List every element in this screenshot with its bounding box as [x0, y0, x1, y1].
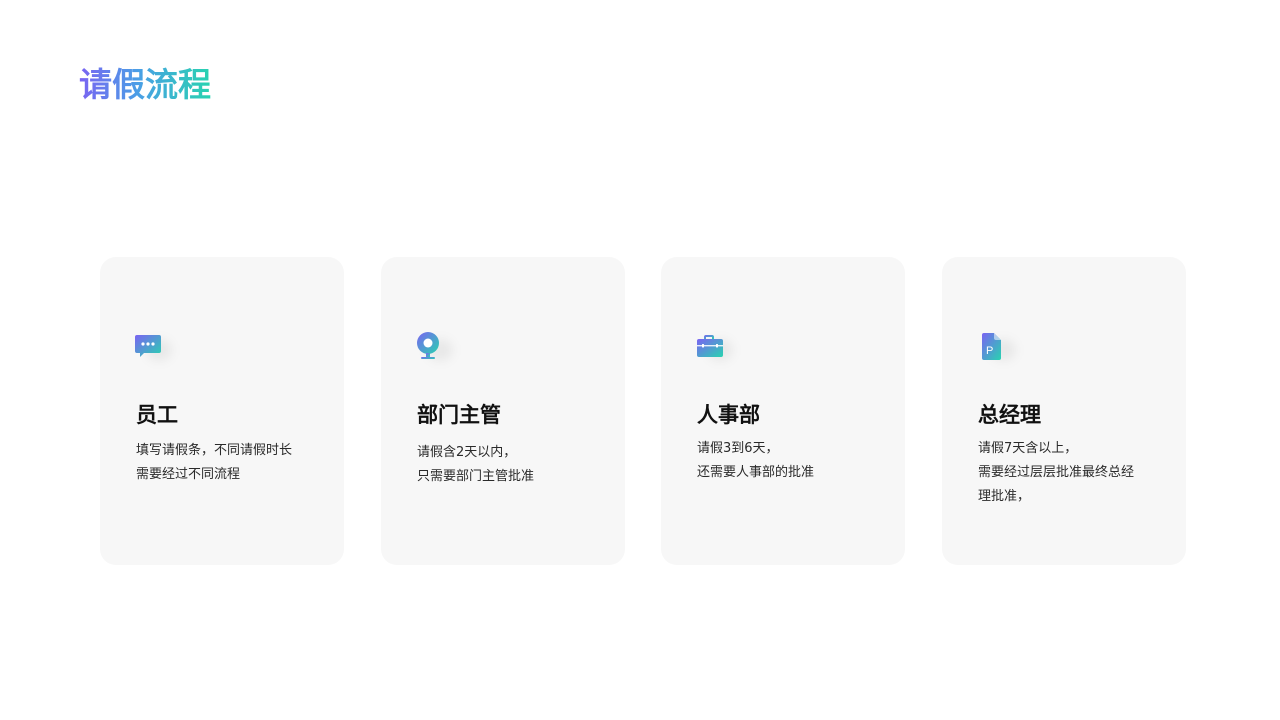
svg-text:P: P — [986, 345, 993, 357]
card-title: 人事部 — [697, 403, 760, 427]
card-description: 填写请假条，不同请假时长 需要经过不同流程 — [136, 439, 326, 487]
step-card-general-manager: P 总经理 请假7天含以上， 需要经过层层批准最终总经 理批准， — [942, 257, 1186, 565]
location-pin-icon — [415, 331, 447, 363]
card-description: 请假3到6天， 还需要人事部的批准 — [697, 437, 887, 485]
briefcase-icon — [695, 331, 727, 363]
document-icon: P — [978, 331, 1010, 363]
card-description: 请假含2天以内， 只需要部门主管批准 — [417, 441, 607, 489]
card-description-line: 填写请假条，不同请假时长 — [136, 443, 293, 458]
card-description-line: 请假7天含以上， — [978, 441, 1078, 456]
page-title: 请假流程 — [79, 65, 211, 104]
card-description-line: 还需要人事部的批准 — [697, 465, 815, 480]
card-description-line: 请假含2天以内， — [417, 445, 517, 460]
card-description-line: 需要经过层层批准最终总经 — [978, 465, 1135, 480]
card-title: 总经理 — [978, 403, 1041, 427]
step-card-hr: 人事部 请假3到6天， 还需要人事部的批准 — [661, 257, 905, 565]
chat-bubble-icon — [134, 331, 166, 363]
card-description-line: 只需要部门主管批准 — [417, 469, 535, 484]
card-description-line: 理批准， — [978, 489, 1031, 504]
step-card-department-manager: 部门主管 请假含2天以内， 只需要部门主管批准 — [381, 257, 625, 565]
card-title: 员工 — [136, 403, 178, 427]
card-description: 请假7天含以上， 需要经过层层批准最终总经 理批准， — [978, 437, 1168, 509]
card-description-line: 请假3到6天， — [697, 441, 779, 456]
card-description-line: 需要经过不同流程 — [136, 467, 241, 482]
card-title: 部门主管 — [417, 403, 501, 427]
step-card-employee: 员工 填写请假条，不同请假时长 需要经过不同流程 — [100, 257, 344, 565]
